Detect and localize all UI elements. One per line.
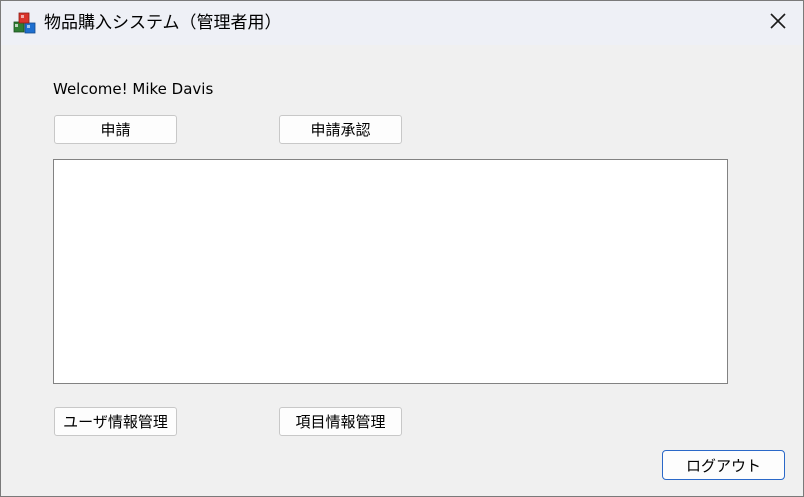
user-management-button[interactable]: ユーザ情報管理 [54, 407, 177, 436]
close-button[interactable] [753, 1, 803, 45]
app-blocks-icon [13, 11, 37, 35]
title-bar[interactable]: 物品購入システム（管理者用） [1, 1, 803, 45]
content-list[interactable] [53, 159, 728, 384]
item-management-button[interactable]: 項目情報管理 [279, 407, 402, 436]
close-icon [769, 12, 787, 34]
welcome-label: Welcome! Mike Davis [53, 80, 214, 98]
approve-button[interactable]: 申請承認 [279, 115, 402, 144]
window-title: 物品購入システム（管理者用） [44, 13, 282, 33]
logout-button[interactable]: ログアウト [662, 450, 785, 480]
app-window: 物品購入システム（管理者用） Welcome! Mike Davis 申請 申請… [0, 0, 804, 497]
apply-button[interactable]: 申請 [54, 115, 177, 144]
